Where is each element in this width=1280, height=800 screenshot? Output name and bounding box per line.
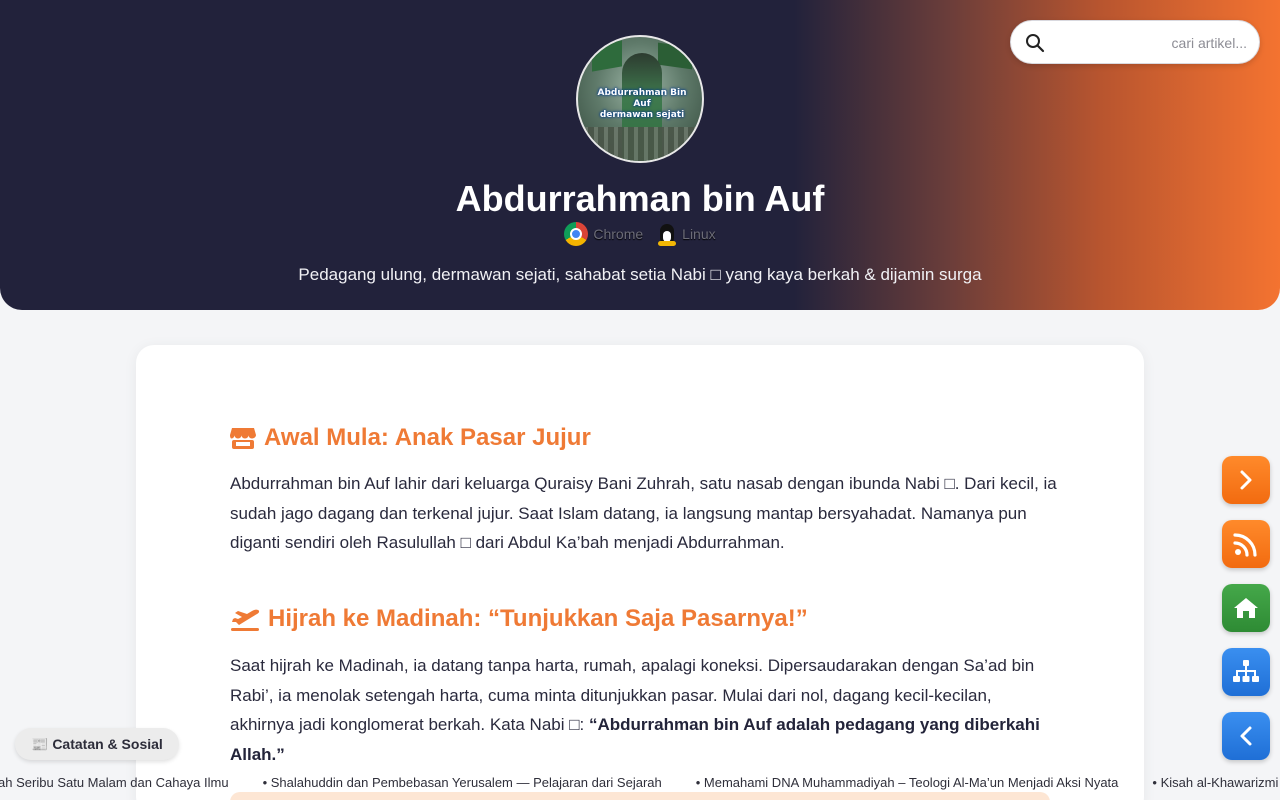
search-input[interactable] <box>1057 29 1247 57</box>
env-linux-label: Linux <box>682 226 716 242</box>
next-button[interactable] <box>1222 456 1270 504</box>
flag-shape <box>592 40 622 72</box>
home-icon <box>1234 598 1258 618</box>
environment-badges: Chrome Linux <box>0 222 1280 246</box>
article-card: Awal Mula: Anak Pasar Jujur Abdurrahman … <box>136 345 1144 800</box>
flag-shape <box>658 42 692 70</box>
ticker-item[interactable]: • Memahami DNA Muhammadiyah – Teologi Al… <box>696 775 1119 790</box>
catatan-sosial-label[interactable]: 📰 Catatan & Sosial <box>15 728 179 760</box>
section-paragraph: Abdurrahman bin Auf lahir dari keluarga … <box>230 474 1057 552</box>
rss-icon <box>1233 533 1257 557</box>
page-title: Abdurrahman bin Auf <box>455 178 825 219</box>
section-title-text: Awal Mula: Anak Pasar Jujur <box>264 424 591 451</box>
sitemap-button[interactable] <box>1222 648 1270 696</box>
chrome-icon <box>564 222 589 246</box>
avatar-caption-line1: Abdurrahman Bin Auf <box>597 88 687 109</box>
chevron-right-icon <box>1240 470 1252 490</box>
linux-icon <box>657 222 677 246</box>
crowd-shape <box>578 127 702 161</box>
plane-departure-icon <box>231 609 260 631</box>
ticker-item[interactable]: • Shalahuddin dan Pembebasan Yerusalem —… <box>263 775 662 790</box>
chevron-left-icon <box>1240 726 1252 746</box>
section-title: Hijrah ke Madinah: “Tunjukkan Saja Pasar… <box>230 605 808 633</box>
avatar: Abdurrahman Bin Auf dermawan sejati <box>576 35 704 163</box>
news-ticker: Kisah Seribu Satu Malam dan Cahaya Ilmu … <box>0 772 1280 794</box>
page-subtitle: Pedagang ulung, dermawan sejati, sahabat… <box>298 265 982 284</box>
prev-button[interactable] <box>1222 712 1270 760</box>
env-linux: Linux <box>657 222 716 246</box>
home-button[interactable] <box>1222 584 1270 632</box>
search-box[interactable] <box>1010 20 1260 64</box>
ticker-track: Kisah Seribu Satu Malam dan Cahaya Ilmu … <box>0 775 1280 790</box>
env-chrome-label: Chrome <box>593 226 644 242</box>
section-title-text: Hijrah ke Madinah: “Tunjukkan Saja Pasar… <box>268 605 808 632</box>
search-icon[interactable] <box>1025 33 1045 53</box>
section-title: Awal Mula: Anak Pasar Jujur <box>230 424 591 452</box>
sitemap-icon <box>1233 660 1259 682</box>
store-icon <box>230 428 256 449</box>
avatar-caption: Abdurrahman Bin Auf dermawan sejati <box>590 88 694 121</box>
section-paragraph: Saat hijrah ke Madinah, ia datang tanpa … <box>230 651 1060 769</box>
avatar-caption-line2: dermawan sejati <box>599 110 685 120</box>
env-chrome: Chrome <box>564 222 643 246</box>
catatan-sosial-text: 📰 Catatan & Sosial <box>31 735 163 752</box>
ticker-item[interactable]: • Kisah al-Khawarizmi <box>1152 775 1278 790</box>
rss-button[interactable] <box>1222 520 1270 568</box>
ticker-item[interactable]: Kisah Seribu Satu Malam dan Cahaya Ilmu <box>0 775 229 790</box>
